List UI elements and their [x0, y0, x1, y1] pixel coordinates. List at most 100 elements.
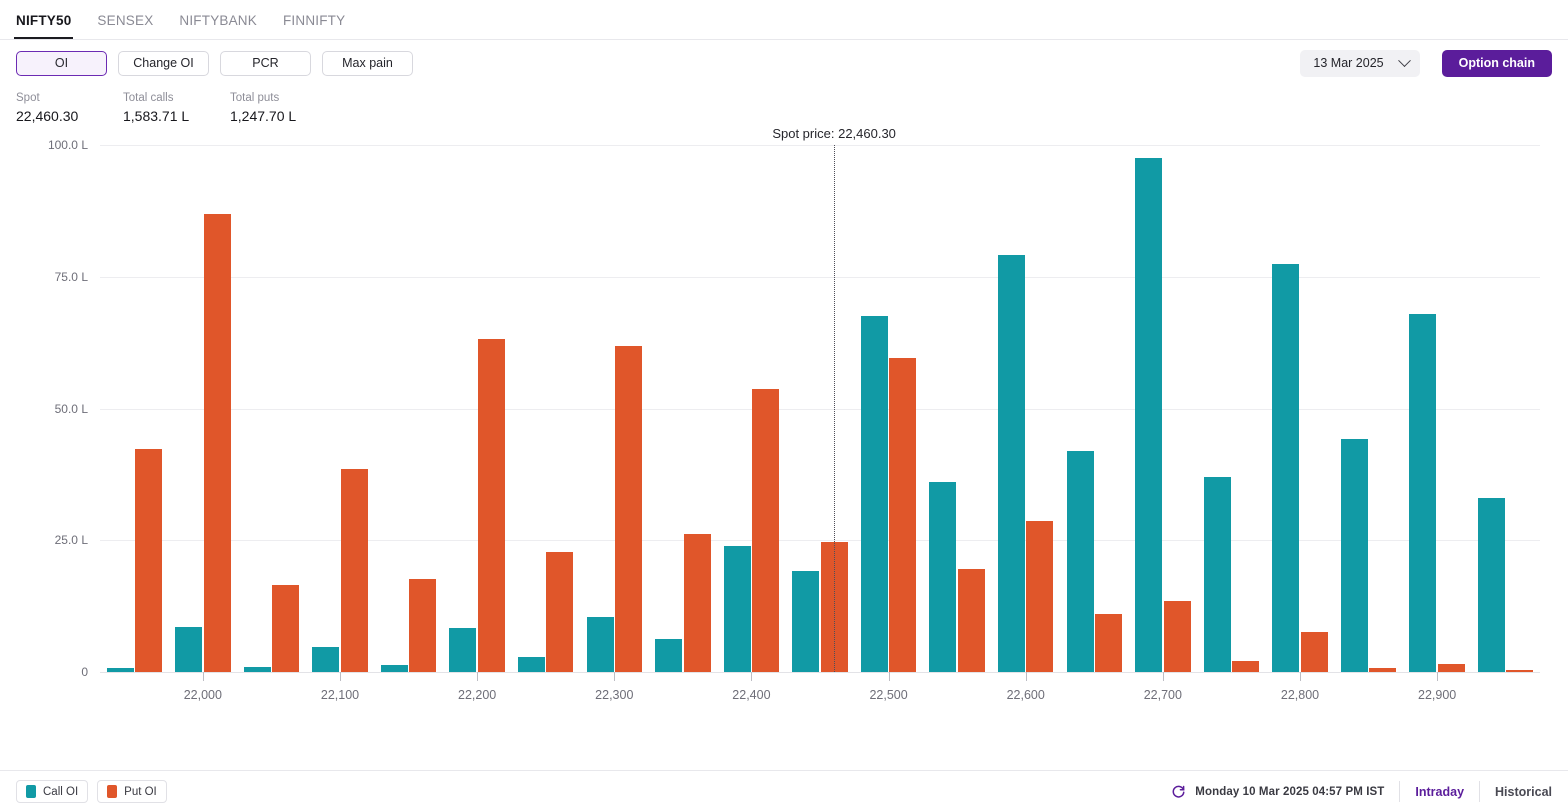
call-oi-color-swatch — [26, 785, 36, 798]
refresh-icon[interactable] — [1171, 784, 1186, 799]
metric-button-pcr[interactable]: PCR — [220, 50, 311, 76]
tab-finnifty[interactable]: FINNIFTY — [281, 13, 347, 39]
x-axis-tick — [477, 672, 479, 681]
call-oi-bar[interactable] — [1409, 313, 1437, 672]
x-axis-tick-label: 22,800 — [1280, 688, 1320, 702]
put-oi-bar[interactable] — [1300, 632, 1328, 672]
call-oi-bar[interactable] — [312, 646, 340, 672]
call-oi-bar[interactable] — [929, 482, 957, 672]
gridline — [100, 145, 1540, 146]
x-axis-tick — [202, 672, 204, 681]
y-axis-tick-label: 0 — [81, 665, 88, 679]
last-updated-timestamp: Monday 10 Mar 2025 04:57 PM IST — [1195, 785, 1385, 798]
x-axis-tick-label: 22,200 — [458, 688, 497, 702]
x-axis-tick-label: 22,400 — [732, 688, 771, 702]
put-oi-bar[interactable] — [203, 213, 231, 672]
put-oi-color-swatch — [107, 785, 118, 798]
put-oi-bar[interactable] — [1163, 601, 1191, 672]
x-axis-tick-label: 22,000 — [183, 688, 222, 702]
gridline — [100, 276, 1540, 278]
put-oi-bar[interactable] — [889, 358, 917, 672]
stat-total-puts-value: 1,247.70 L — [230, 108, 297, 124]
metric-button-oi[interactable]: OI — [16, 50, 107, 76]
metric-button-max-pain[interactable]: Max pain — [322, 50, 413, 76]
x-axis-tick-label: 22,900 — [1418, 688, 1457, 702]
spot-price-label: Spot price: 22,460.30 — [772, 126, 896, 141]
call-oi-bar[interactable] — [997, 254, 1025, 672]
x-axis-tick-label: 22,500 — [869, 688, 908, 702]
expiry-date-select[interactable]: 13 Mar 2025 — [1300, 49, 1420, 77]
call-oi-bar[interactable] — [380, 665, 408, 672]
chevron-down-icon — [1397, 53, 1411, 67]
put-oi-bar[interactable] — [546, 552, 574, 672]
legend-call-oi-label: Call OI — [43, 785, 79, 798]
stat-total-puts-label: Total puts — [230, 92, 280, 104]
put-oi-bar[interactable] — [477, 338, 505, 672]
x-axis-tick — [751, 672, 753, 681]
put-oi-bar[interactable] — [957, 569, 985, 672]
y-axis-tick-label: 25.0 L — [54, 533, 88, 548]
put-oi-bar[interactable] — [272, 585, 300, 672]
view-historical[interactable]: Historical — [1495, 785, 1552, 799]
x-axis-tick — [1437, 672, 1439, 681]
spot-price-line — [834, 145, 836, 672]
x-axis-tick — [1300, 672, 1301, 681]
stat-total-calls: Total calls 1,583.71 L — [123, 90, 230, 127]
stat-spot: Spot 22,460.30 — [16, 90, 123, 127]
x-axis-tick-label: 22,600 — [1006, 688, 1045, 702]
call-oi-bar[interactable] — [723, 545, 751, 672]
put-oi-bar[interactable] — [683, 533, 711, 672]
x-axis-tick — [1025, 672, 1027, 681]
x-axis-tick — [340, 672, 341, 681]
tab-sensex[interactable]: SENSEX — [95, 13, 155, 39]
footer-divider-2 — [1479, 781, 1481, 802]
call-oi-bar[interactable] — [1340, 439, 1368, 672]
call-oi-bar[interactable] — [1135, 158, 1163, 672]
call-oi-bar[interactable] — [586, 617, 614, 672]
footer-divider-1 — [1399, 781, 1401, 802]
gridline — [100, 408, 1540, 410]
option-chain-button[interactable]: Option chain — [1441, 49, 1552, 77]
stat-total-puts: Total puts 1,247.70 L — [230, 90, 337, 127]
view-intraday[interactable]: Intraday — [1415, 785, 1464, 799]
x-axis-tick-label: 22,700 — [1143, 688, 1182, 702]
summary-stats: Spot 22,460.30 Total calls 1,583.71 L To… — [0, 86, 1568, 127]
call-oi-bar[interactable] — [517, 656, 545, 672]
stat-total-calls-label: Total calls — [123, 92, 174, 104]
put-oi-bar[interactable] — [1026, 521, 1054, 672]
legend-call-oi[interactable]: Call OI — [16, 780, 89, 803]
put-oi-bar[interactable] — [752, 389, 780, 672]
put-oi-bar[interactable] — [1437, 664, 1465, 672]
x-axis-tick — [1162, 672, 1164, 681]
put-oi-bar[interactable] — [615, 346, 643, 672]
call-oi-bar[interactable] — [1272, 263, 1300, 672]
call-oi-bar[interactable] — [1066, 450, 1094, 672]
call-oi-bar[interactable] — [860, 316, 888, 672]
chart-toolbar: OI Change OI PCR Max pain 13 Mar 2025 Op… — [0, 40, 1568, 86]
stat-spot-value: 22,460.30 — [16, 108, 79, 124]
call-oi-bar[interactable] — [449, 628, 477, 672]
expiry-date-value: 13 Mar 2025 — [1313, 56, 1384, 70]
call-oi-bar[interactable] — [1203, 477, 1231, 672]
stat-total-calls-value: 1,583.71 L — [123, 108, 190, 124]
legend-put-oi[interactable]: Put OI — [97, 780, 167, 803]
legend-put-oi-label: Put OI — [124, 785, 157, 798]
put-oi-bar[interactable] — [340, 469, 368, 672]
y-axis-tick-label: 100.0 L — [47, 138, 88, 152]
call-oi-bar[interactable] — [792, 570, 820, 672]
metric-button-change-oi[interactable]: Change OI — [118, 50, 209, 76]
index-tabbar: NIFTY50 SENSEX NIFTYBANK FINNIFTY — [0, 0, 1568, 40]
call-oi-bar[interactable] — [655, 639, 683, 672]
call-oi-bar[interactable] — [175, 626, 203, 672]
call-oi-bar[interactable] — [1477, 498, 1505, 672]
tab-nifty50[interactable]: NIFTY50 — [14, 13, 74, 39]
put-oi-bar[interactable] — [409, 579, 437, 672]
put-oi-bar[interactable] — [135, 449, 163, 672]
put-oi-bar[interactable] — [1232, 661, 1260, 672]
x-axis-tick-label: 22,300 — [595, 688, 634, 702]
x-axis-tick — [888, 672, 890, 681]
stat-spot-label: Spot — [16, 92, 40, 104]
put-oi-bar[interactable] — [1095, 614, 1123, 672]
gridline — [100, 540, 1540, 542]
tab-niftybank[interactable]: NIFTYBANK — [177, 13, 259, 39]
